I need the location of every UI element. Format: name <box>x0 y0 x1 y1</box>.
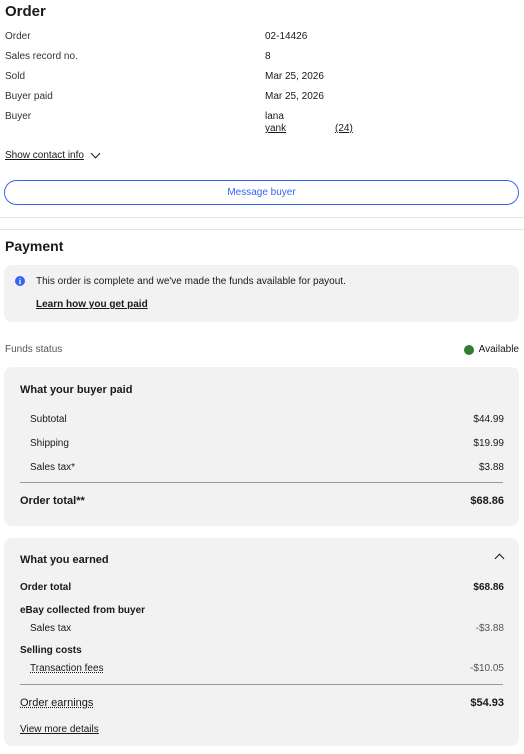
shipping-label: Shipping <box>30 438 69 449</box>
view-more-details-link[interactable]: View more details <box>20 724 99 735</box>
order-earnings-label[interactable]: Order earnings <box>20 697 93 709</box>
order-earnings-row: Order earnings $54.93 <box>20 697 504 709</box>
earned-card: What you earned Order total $68.86 eBay … <box>4 538 519 746</box>
sales-tax-value: $3.88 <box>478 462 504 473</box>
chevron-down-icon <box>90 148 101 159</box>
order-number: 02-14426 <box>265 31 308 42</box>
divider <box>0 229 524 230</box>
order-total-label: Order total** <box>20 495 85 507</box>
order-earnings-value: $54.93 <box>470 697 504 709</box>
shipping-value: $19.99 <box>473 438 504 449</box>
order-title: Order <box>5 3 46 20</box>
divider <box>20 684 503 685</box>
status-dot-icon <box>463 344 474 355</box>
earned-order-total-label: Order total <box>20 582 72 593</box>
sales-record-label: Sales record no. <box>5 51 78 62</box>
payout-notice: i This order is complete and we've made … <box>4 265 519 322</box>
payout-notice-text: This order is complete and we've made th… <box>36 276 346 287</box>
learn-how-paid-link[interactable]: Learn how you get paid <box>36 299 148 310</box>
buyer-paid-date: Mar 25, 2026 <box>265 91 324 102</box>
buyer-paid-card: What your buyer paid Subtotal $44.99 Shi… <box>4 367 519 526</box>
sales-tax-row: Sales tax* $3.88 <box>30 462 504 473</box>
subtotal-row: Subtotal $44.99 <box>30 414 504 425</box>
funds-status: Available <box>463 344 519 355</box>
order-label: Order <box>5 31 31 42</box>
earned-title: What you earned <box>20 554 109 566</box>
show-contact-label: Show contact info <box>5 150 84 161</box>
divider <box>20 482 503 483</box>
message-buyer-button[interactable]: Message buyer <box>4 180 519 205</box>
transaction-fees-value: -$10.05 <box>470 663 504 674</box>
buyer-paid-title: What your buyer paid <box>20 384 133 396</box>
buyer-username-link[interactable]: yank <box>265 123 286 134</box>
sold-date: Mar 25, 2026 <box>265 71 324 82</box>
buyer-paid-label: Buyer paid <box>5 91 53 102</box>
funds-status-value: Available <box>478 344 519 355</box>
sold-label: Sold <box>5 71 26 82</box>
buyer-feedback-score[interactable]: (24) <box>335 123 353 134</box>
order-total-value: $68.86 <box>470 495 504 507</box>
transaction-fees-link[interactable]: Transaction fees <box>30 663 104 674</box>
sales-tax-label: Sales tax* <box>30 462 76 473</box>
chevron-up-icon[interactable] <box>494 553 505 564</box>
info-icon: i <box>15 276 25 286</box>
collected-label: eBay collected from buyer <box>20 605 146 616</box>
show-contact-toggle[interactable]: Show contact info <box>5 148 101 161</box>
earned-order-total-row: Order total $68.86 <box>20 582 504 593</box>
buyer-name: lana <box>265 111 284 122</box>
sales-record-value: 8 <box>265 51 271 62</box>
transaction-fees-row: Transaction fees -$10.05 <box>30 663 504 674</box>
payment-title: Payment <box>5 238 64 254</box>
buyer-label: Buyer <box>5 111 32 122</box>
earned-order-total-value: $68.86 <box>473 582 504 593</box>
shipping-row: Shipping $19.99 <box>30 438 504 449</box>
collected-tax-label: Sales tax <box>30 623 72 634</box>
subtotal-label: Subtotal <box>30 414 67 425</box>
divider <box>0 217 524 218</box>
selling-costs-label: Selling costs <box>20 645 82 656</box>
funds-status-label: Funds status <box>5 344 63 355</box>
order-total-row: Order total** $68.86 <box>20 495 504 507</box>
collected-tax-row: Sales tax -$3.88 <box>30 623 504 634</box>
subtotal-value: $44.99 <box>473 414 504 425</box>
collected-tax-value: -$3.88 <box>475 623 504 634</box>
